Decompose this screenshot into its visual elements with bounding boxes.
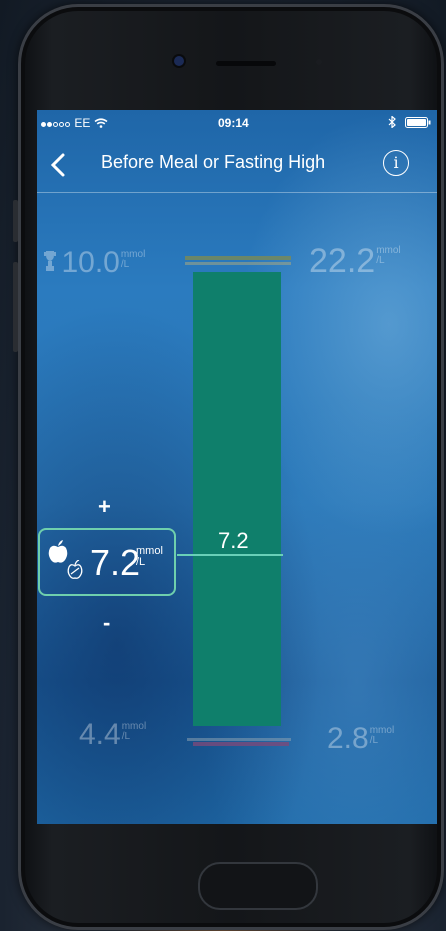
- selected-value-unit: mmol/L: [136, 545, 163, 568]
- apple-outline-icon: [67, 560, 83, 579]
- bar-bottom-marker-light: [187, 738, 291, 741]
- volume-button: [13, 262, 18, 352]
- decrease-button[interactable]: -: [103, 610, 110, 636]
- back-chevron-icon[interactable]: [47, 152, 69, 178]
- bar-bottom-marker: [193, 742, 289, 746]
- scale-bottom-right: 2.8 mmol/L: [327, 722, 394, 756]
- selected-value-box[interactable]: 7.2 mmol/L: [38, 528, 176, 596]
- battery-icon: [405, 117, 431, 128]
- bar-current-value: 7.2: [218, 528, 249, 553]
- status-bar: EE 09:14: [37, 115, 437, 132]
- scale-top-left-value: 10.0: [61, 246, 120, 279]
- status-left: EE: [41, 116, 108, 130]
- home-button[interactable]: [198, 862, 318, 910]
- scale-bottom-right-unit: mmol/L: [369, 725, 395, 746]
- app-screen: EE 09:14 Before Meal or Fasting High i 1…: [37, 110, 437, 824]
- trophy-icon: [44, 251, 56, 271]
- scale-bottom-right-value: 2.8: [327, 722, 369, 755]
- mute-switch: [13, 200, 18, 242]
- front-camera: [174, 56, 184, 66]
- scale-top-right-unit: mmol/L: [376, 245, 401, 266]
- earpiece-speaker: [216, 61, 276, 66]
- scale-top-left-unit: mmol/L: [120, 249, 146, 270]
- page-title: Before Meal or Fasting High: [101, 152, 326, 172]
- signal-dots-icon: [41, 116, 71, 130]
- navigation-bar: Before Meal or Fasting High i: [37, 148, 437, 193]
- wifi-icon: [94, 118, 108, 128]
- status-right: [388, 115, 431, 130]
- info-icon[interactable]: i: [383, 150, 409, 176]
- current-value-line: [177, 554, 283, 556]
- status-time: 09:14: [218, 116, 249, 130]
- scale-top-right: 22.2 mmol/L: [309, 242, 401, 281]
- bluetooth-icon: [388, 115, 396, 129]
- scale-top-left: 10.0 mmol/L: [43, 246, 145, 280]
- range-bar[interactable]: [193, 272, 281, 726]
- bar-top-marker: [185, 256, 291, 260]
- scale-bottom-left-value: 4.4: [79, 718, 121, 751]
- scale-bottom-left: 4.4 mmol/L: [79, 718, 146, 752]
- scale-top-right-value: 22.2: [309, 242, 376, 280]
- increase-button[interactable]: +: [98, 494, 111, 520]
- proximity-sensor: [316, 59, 322, 65]
- scale-bottom-left-unit: mmol/L: [121, 721, 147, 742]
- selected-value: 7.2: [90, 542, 141, 583]
- apple-icon: [48, 540, 68, 563]
- bar-top-marker-light: [185, 262, 291, 265]
- carrier-label: EE: [74, 116, 91, 130]
